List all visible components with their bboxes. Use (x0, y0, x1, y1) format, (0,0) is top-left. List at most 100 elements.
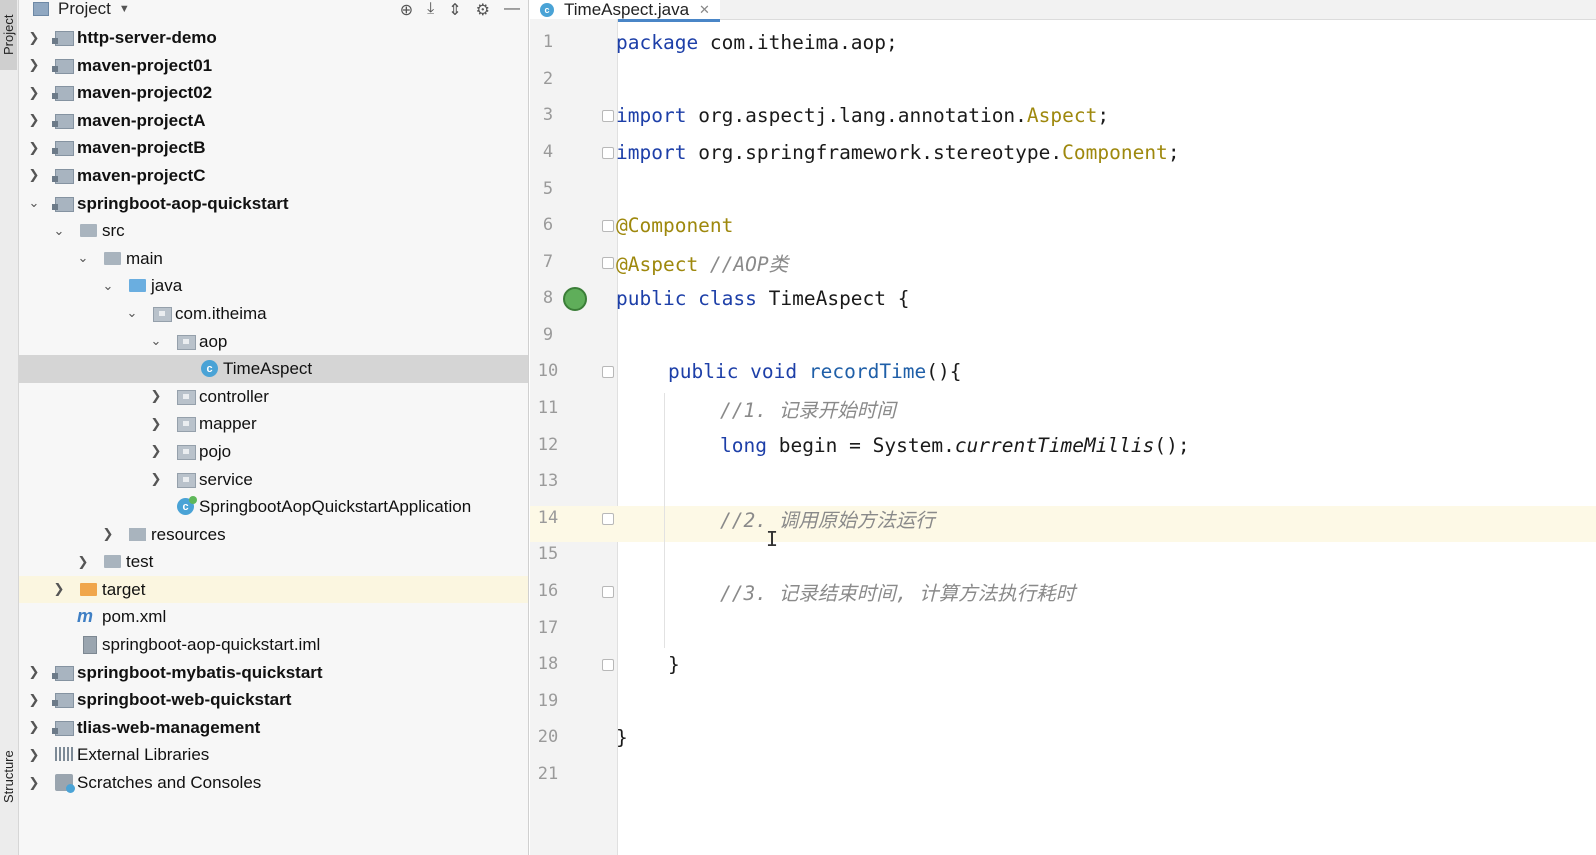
fold-icon[interactable] (602, 659, 614, 671)
project-tool-tab[interactable]: Project (0, 0, 17, 70)
tree-item-external-libraries[interactable]: ❯ External Libraries (19, 741, 528, 769)
code-line-6[interactable]: 6 @Component (530, 207, 1596, 243)
code-line-16[interactable]: 16 //3. 记录结束时间, 计算方法执行耗时 (530, 573, 1596, 609)
tree-item-springboot-aop-quickstart[interactable]: ⌄ springboot-aop-quickstart (19, 190, 528, 218)
code-line-11[interactable]: 11 //1. 记录开始时间 (530, 390, 1596, 426)
libraries-icon (55, 747, 73, 762)
fold-icon[interactable] (602, 147, 614, 159)
tree-item-java[interactable]: ⌄ java (19, 272, 528, 300)
tree-item-com-itheima[interactable]: ⌄ com.itheima (19, 300, 528, 328)
tree-item-iml[interactable]: springboot-aop-quickstart.iml (19, 631, 528, 659)
chevron-right-icon[interactable]: ❯ (52, 576, 66, 603)
tree-item-controller[interactable]: ❯ controller (19, 383, 528, 411)
code-line-14[interactable]: 14 //2. 调用原始方法运行 (530, 500, 1596, 536)
chevron-right-icon[interactable]: ❯ (27, 107, 41, 134)
chevron-right-icon[interactable]: ❯ (149, 410, 163, 437)
chevron-right-icon[interactable]: ❯ (27, 134, 41, 161)
fold-icon[interactable] (602, 586, 614, 598)
code-line-17[interactable]: 17 (530, 610, 1596, 646)
project-view-title[interactable]: Project (58, 0, 111, 19)
code-line-12[interactable]: 12 long begin = System.currentTimeMillis… (530, 427, 1596, 463)
chevron-down-icon[interactable]: ⌄ (27, 190, 41, 217)
tree-item-timeaspect[interactable]: c TimeAspect (19, 355, 528, 383)
chevron-right-icon[interactable]: ❯ (27, 686, 41, 713)
code-line-19[interactable]: 19 (530, 683, 1596, 719)
tree-item-resources[interactable]: ❯ resources (19, 521, 528, 549)
code-line-5[interactable]: 5 (530, 171, 1596, 207)
code-line-21[interactable]: 21 (530, 756, 1596, 792)
code-line-8[interactable]: 8 public class TimeAspect { (530, 280, 1596, 316)
gear-icon[interactable]: ⚙ (476, 0, 490, 19)
tree-item-scratches[interactable]: ❯ Scratches and Consoles (19, 769, 528, 797)
fold-icon[interactable] (602, 513, 614, 525)
line-number: 3 (542, 105, 554, 125)
tree-item-test[interactable]: ❯ test (19, 548, 528, 576)
tree-item-pom-xml[interactable]: m pom.xml (19, 603, 528, 631)
code-line-20[interactable]: 20 } (530, 719, 1596, 755)
chevron-down-icon[interactable]: ⌄ (76, 245, 90, 272)
fold-icon[interactable] (602, 110, 614, 122)
locate-icon[interactable]: ⊕ (400, 0, 413, 19)
structure-tool-tab[interactable]: Structure (0, 742, 17, 812)
fold-icon[interactable] (602, 366, 614, 378)
chevron-right-icon[interactable]: ❯ (27, 741, 41, 768)
spring-bean-icon[interactable] (563, 287, 587, 311)
tree-item-maven-project02[interactable]: ❯ maven-project02 (19, 79, 528, 107)
code-line-7[interactable]: 7 @Aspect //AOP类 (530, 244, 1596, 280)
chevron-right-icon[interactable]: ❯ (27, 714, 41, 741)
code-text: public class TimeAspect { (616, 286, 910, 310)
tree-item-springboot-mybatis-quickstart[interactable]: ❯ springboot-mybatis-quickstart (19, 659, 528, 687)
chevron-right-icon[interactable]: ❯ (76, 548, 90, 575)
chevron-down-icon[interactable]: ▼ (119, 3, 130, 15)
chevron-down-icon[interactable]: ⌄ (125, 300, 139, 327)
tree-item-src[interactable]: ⌄ src (19, 217, 528, 245)
fold-icon[interactable] (602, 220, 614, 232)
collapse-all-icon[interactable]: ⇕ (448, 0, 461, 19)
chevron-right-icon[interactable]: ❯ (27, 162, 41, 189)
chevron-right-icon[interactable]: ❯ (27, 769, 41, 796)
code-line-18[interactable]: 18 } (530, 646, 1596, 682)
chevron-down-icon[interactable]: ⌄ (149, 328, 163, 355)
tree-item-target[interactable]: ❯ target (19, 575, 528, 604)
tree-item-application[interactable]: c SpringbootAopQuickstartApplication (19, 493, 528, 521)
fold-icon[interactable] (602, 257, 614, 269)
close-icon[interactable]: ✕ (699, 2, 710, 18)
code-line-9[interactable]: 9 (530, 317, 1596, 353)
chevron-right-icon[interactable]: ❯ (27, 24, 41, 51)
tree-item-label: resources (151, 524, 226, 544)
tree-item-maven-projectB[interactable]: ❯ maven-projectB (19, 134, 528, 162)
code-line-10[interactable]: 10 public void recordTime(){ (530, 353, 1596, 389)
tree-item-springboot-web-quickstart[interactable]: ❯ springboot-web-quickstart (19, 686, 528, 714)
chevron-right-icon[interactable]: ❯ (27, 79, 41, 106)
chevron-right-icon[interactable]: ❯ (101, 521, 115, 548)
tree-item-maven-projectC[interactable]: ❯ maven-projectC (19, 162, 528, 190)
tree-item-label: maven-projectB (77, 138, 206, 158)
code-line-13[interactable]: 13 (530, 463, 1596, 499)
chevron-right-icon[interactable]: ❯ (27, 52, 41, 79)
code-line-2[interactable]: 2 (530, 61, 1596, 97)
code-line-15[interactable]: 15 (530, 536, 1596, 572)
minimize-icon[interactable]: — (504, 0, 520, 18)
code-text: @Component (616, 213, 734, 237)
tree-item-pojo[interactable]: ❯ pojo (19, 438, 528, 466)
chevron-right-icon[interactable]: ❯ (149, 383, 163, 410)
chevron-right-icon[interactable]: ❯ (149, 438, 163, 465)
tree-item-mapper[interactable]: ❯ mapper (19, 410, 528, 438)
code-line-4[interactable]: 4 import org.springframework.stereotype.… (530, 134, 1596, 170)
chevron-right-icon[interactable]: ❯ (27, 659, 41, 686)
tree-item-aop[interactable]: ⌄ aop (19, 328, 528, 356)
code-line-3[interactable]: 3 import org.aspectj.lang.annotation.Asp… (530, 97, 1596, 133)
code-text: //3. 记录结束时间, 计算方法执行耗时 (720, 581, 1076, 605)
chevron-down-icon[interactable]: ⌄ (101, 272, 115, 299)
tree-item-maven-projectA[interactable]: ❯ maven-projectA (19, 107, 528, 135)
tree-item-maven-project01[interactable]: ❯ maven-project01 (19, 52, 528, 80)
tree-item-http-server-demo[interactable]: ❯ http-server-demo (19, 24, 528, 52)
tree-item-service[interactable]: ❯ service (19, 466, 528, 494)
tree-item-tlias-web-management[interactable]: ❯ tlias-web-management (19, 714, 528, 742)
chevron-down-icon[interactable]: ⌄ (52, 217, 66, 244)
line-number: 1 (542, 32, 554, 52)
chevron-right-icon[interactable]: ❯ (149, 466, 163, 493)
expand-all-icon[interactable]: ⤓ (427, 0, 434, 18)
code-line-1[interactable]: 1 package com.itheima.aop; (530, 24, 1596, 60)
tree-item-main[interactable]: ⌄ main (19, 245, 528, 273)
